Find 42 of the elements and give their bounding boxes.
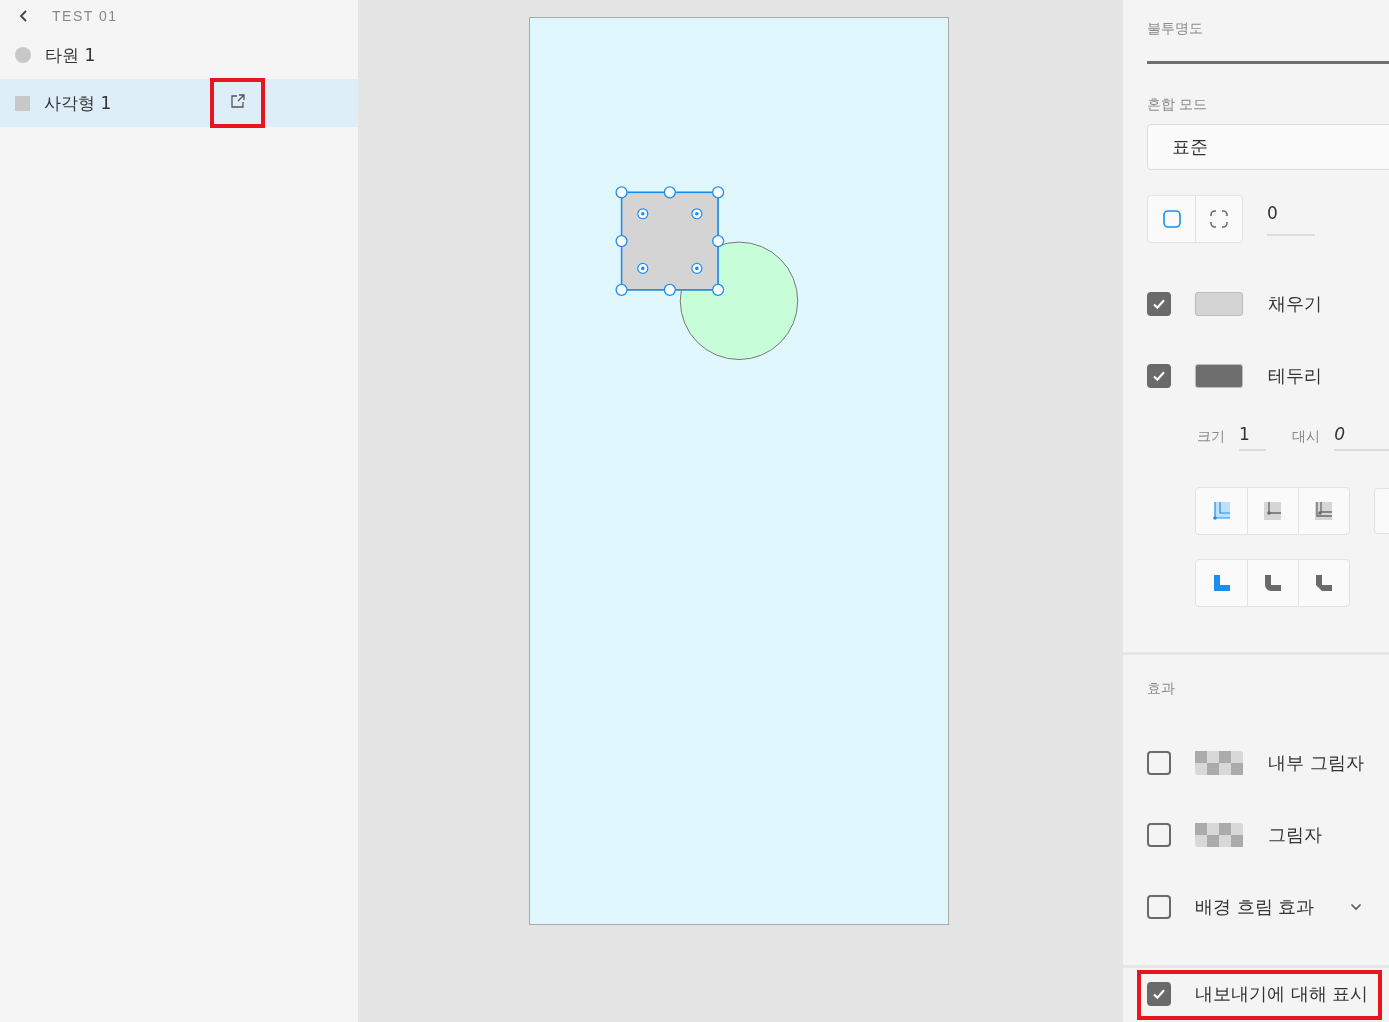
ellipse-icon — [15, 47, 31, 63]
chevron-down-icon[interactable] — [1350, 903, 1363, 911]
border-swatch[interactable] — [1195, 364, 1243, 388]
opacity-label: 불투명도 — [1147, 19, 1204, 38]
effect-label: 내부 그림자 — [1268, 751, 1364, 775]
external-link-icon[interactable] — [230, 93, 246, 109]
fill-label: 채우기 — [1268, 292, 1322, 316]
size-label: 크기 — [1197, 427, 1225, 446]
effect-label: 배경 흐림 효과 — [1195, 895, 1315, 919]
blend-mode-dropdown[interactable]: 표준 — [1147, 124, 1389, 170]
checkbox[interactable] — [1147, 895, 1171, 919]
checkbox[interactable] — [1147, 751, 1171, 775]
fill-swatch[interactable] — [1195, 292, 1243, 316]
artboard-title: TEST 01 — [52, 7, 118, 24]
stroke-corner-icon — [1313, 500, 1335, 522]
checkbox[interactable] — [1147, 823, 1171, 847]
corner-join-icon — [1313, 572, 1335, 594]
checkbox[interactable] — [1147, 982, 1171, 1006]
blend-mode-label: 혼합 모드 — [1147, 95, 1209, 114]
checkbox[interactable] — [1147, 292, 1171, 316]
dash-field[interactable]: 0 — [1334, 424, 1389, 451]
dash-label: 대시 — [1292, 427, 1321, 446]
corner-join-icon — [1262, 572, 1284, 594]
back-icon[interactable] — [19, 8, 29, 23]
checkbox[interactable] — [1147, 364, 1171, 388]
opacity-slider-fill[interactable] — [1147, 61, 1389, 64]
selection-frame[interactable] — [615, 186, 725, 296]
transparent-swatch[interactable] — [1195, 823, 1243, 847]
effect-label: 그림자 — [1268, 823, 1322, 847]
transparent-swatch[interactable] — [1195, 751, 1243, 775]
rectangle-icon — [15, 95, 30, 111]
rounded-square-icon — [1161, 209, 1182, 229]
layer-item[interactable]: 타원 1 — [0, 31, 358, 79]
layer-item[interactable]: 사각형 1 — [0, 79, 358, 127]
size-field[interactable]: 1 — [1239, 424, 1267, 451]
corner-brackets-icon — [1209, 209, 1229, 229]
stroke-corner-icon — [1210, 500, 1233, 522]
border-label: 테두리 — [1268, 364, 1322, 388]
export-label: 내보내기에 대해 표시 — [1195, 982, 1369, 1006]
corner-radius-field[interactable]: 0 — [1267, 195, 1315, 236]
stroke-corner-icon — [1262, 500, 1284, 522]
effects-label: 효과 — [1147, 679, 1176, 698]
